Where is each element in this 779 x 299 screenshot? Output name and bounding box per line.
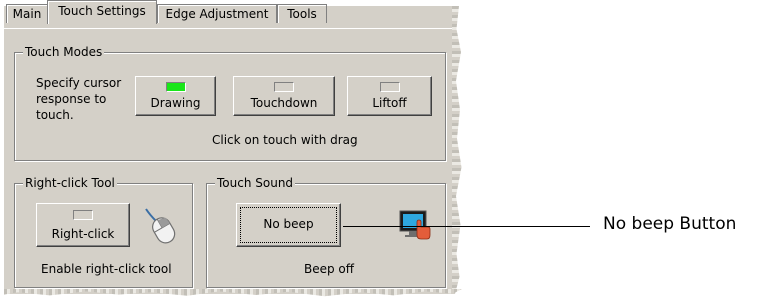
no-beep-label: No beep [263,217,314,231]
right-click-tool-title: Right-click Tool [23,176,117,190]
touch-monitor-icon [397,207,433,243]
drawing-label: Drawing [150,96,201,110]
description-line: Specify cursor [36,76,122,90]
tab-edge-adjustment[interactable]: Edge Adjustment [157,4,277,23]
touch-sound-status: Beep off [304,262,355,276]
touch-modes-status: Click on touch with drag [212,133,358,147]
liftoff-label: Liftoff [372,96,407,110]
touchdown-label: Touchdown [250,96,318,110]
drawing-button[interactable]: Drawing [135,76,216,116]
touchdown-led-icon [274,82,294,92]
tab-touch-settings[interactable]: Touch Settings [47,0,157,24]
liftoff-led-icon [379,82,400,92]
mouse-icon [140,205,180,245]
touchdown-button[interactable]: Touchdown [233,76,335,116]
right-click-status: Enable right-click tool [41,262,172,276]
tab-tools[interactable]: Tools [277,4,327,23]
description-line: touch. [36,108,74,122]
description-line: response to [36,92,107,106]
drawing-led-icon [165,82,186,92]
right-click-button[interactable]: Right-click [36,203,130,247]
touch-modes-description: Specify cursor response to touch. [36,75,121,123]
torn-edge-right [452,6,462,294]
callout-label: No beep Button [603,214,737,234]
liftoff-button[interactable]: Liftoff [347,76,432,116]
touch-sound-title: Touch Sound [215,176,296,190]
tab-divider [4,28,452,29]
right-click-led-icon [73,210,93,220]
touch-modes-title: Touch Modes [23,45,105,59]
tab-main[interactable]: Main [6,4,48,23]
callout-line [343,226,590,227]
right-click-label: Right-click [51,227,115,241]
no-beep-button[interactable]: No beep [236,203,341,247]
